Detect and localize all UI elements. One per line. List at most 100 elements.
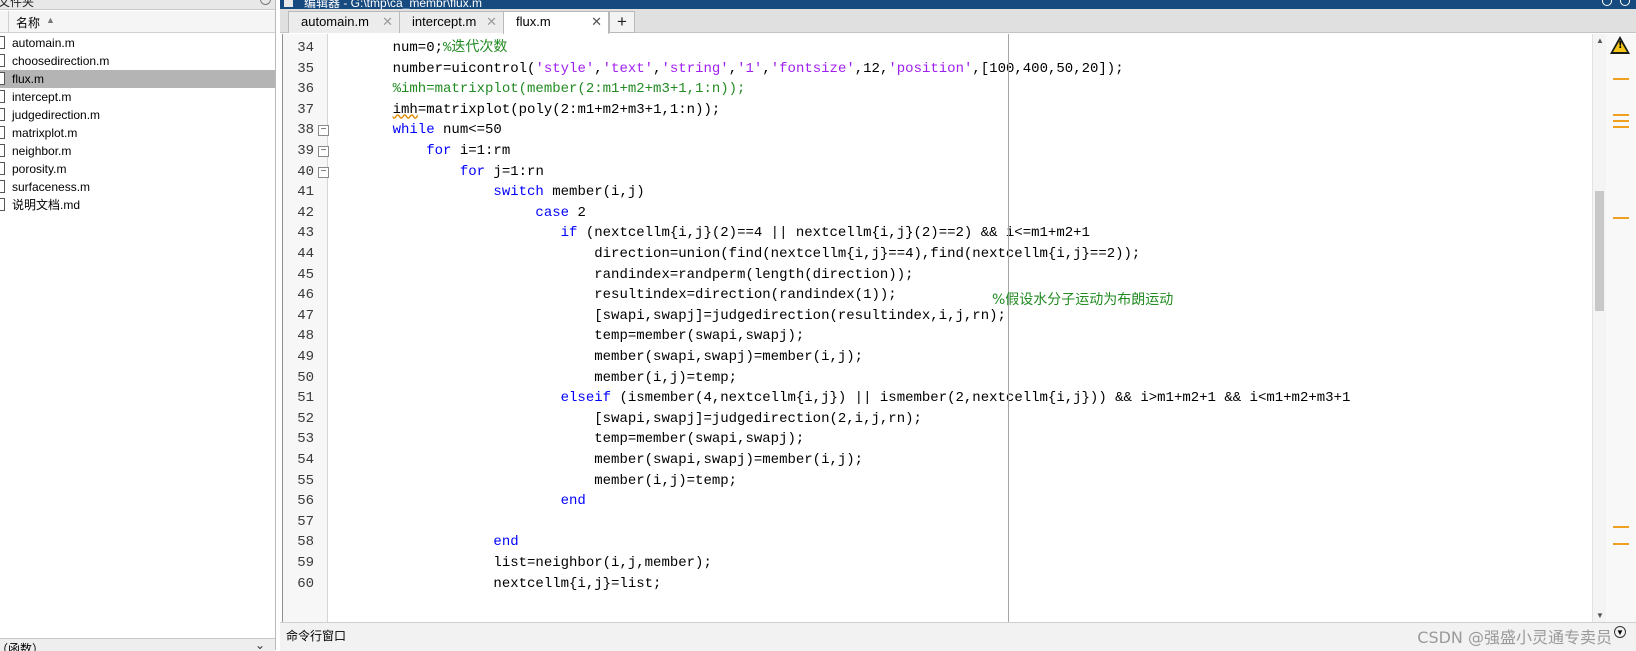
file-name: surfaceness.m bbox=[12, 180, 91, 194]
code-text: num=0;%迭代次数 bbox=[359, 38, 508, 59]
panel-options-icon[interactable] bbox=[260, 0, 271, 5]
keyword-token: switch bbox=[359, 184, 544, 201]
code-line: 43 if (nextcellm{i,j}(2)==4 || nextcellm… bbox=[283, 223, 1593, 244]
file-icon bbox=[0, 198, 5, 211]
file-item[interactable]: automain.m bbox=[0, 34, 275, 52]
fold-toggle-icon[interactable]: − bbox=[318, 125, 329, 137]
editor-tab-bar: automain.m ✕ intercept.m ✕ flux.m ✕ + bbox=[280, 9, 1636, 34]
collapse-icon[interactable]: ⌄ bbox=[255, 639, 265, 651]
code-token: resultindex=direction(randindex(1)); bbox=[359, 287, 897, 304]
code-token: , bbox=[594, 60, 603, 77]
code-token: ,[100,400,50,20]); bbox=[972, 60, 1124, 77]
code-line: 44 direction=union(find(nextcellm{i,j}==… bbox=[283, 244, 1593, 265]
code-line: 42 case 2 bbox=[283, 203, 1593, 224]
warning-marker[interactable] bbox=[1613, 543, 1629, 545]
code-text: while num<=50 bbox=[359, 120, 502, 141]
file-item[interactable]: judgedirection.m bbox=[0, 106, 275, 124]
code-line: 35 number=uicontrol('style','text','stri… bbox=[283, 59, 1593, 80]
file-item[interactable]: neighbor.m bbox=[0, 142, 275, 160]
code-line: 45 randindex=randperm(length(direction))… bbox=[283, 265, 1593, 286]
warning-marker[interactable] bbox=[1613, 526, 1629, 528]
code-text: member(i,j)=temp; bbox=[359, 471, 737, 492]
code-line: 36 %imh=matrixplot(member(2:m1+m2+m3+1,1… bbox=[283, 79, 1593, 100]
file-name: judgedirection.m bbox=[12, 108, 101, 122]
code-token: temp=member(swapi,swapj); bbox=[359, 328, 805, 345]
scroll-up-icon[interactable]: ▲ bbox=[1596, 36, 1604, 45]
file-item[interactable]: 说明文档.md bbox=[0, 196, 275, 214]
string-token: 'text' bbox=[602, 60, 654, 77]
keyword-token: case bbox=[359, 204, 570, 221]
line-number: 60 bbox=[297, 575, 314, 592]
file-name: porosity.m bbox=[12, 162, 67, 176]
file-name: neighbor.m bbox=[12, 144, 72, 158]
code-line: 37 imh=matrixplot(poly(2:m1+m2+m3+1,1:n)… bbox=[283, 100, 1593, 121]
scrollbar-thumb[interactable] bbox=[1595, 191, 1604, 311]
code-token: temp=member(swapi,swapj); bbox=[359, 431, 805, 448]
code-token: num=0; bbox=[359, 40, 444, 56]
tab-intercept[interactable]: intercept.m ✕ bbox=[399, 11, 504, 33]
line-number: 42 bbox=[297, 204, 314, 221]
line-number: 45 bbox=[297, 266, 314, 283]
code-token: ,12, bbox=[854, 60, 889, 77]
warning-marker[interactable] bbox=[1613, 120, 1629, 122]
code-text: switch member(i,j) bbox=[359, 182, 644, 203]
warning-marker[interactable] bbox=[1613, 217, 1629, 219]
file-item[interactable]: porosity.m bbox=[0, 160, 275, 178]
warning-marker[interactable] bbox=[1613, 114, 1629, 116]
new-tab-button[interactable]: + bbox=[609, 11, 635, 33]
tab-flux[interactable]: flux.m ✕ bbox=[503, 11, 609, 34]
expand-icon[interactable]: ▼ bbox=[1614, 626, 1626, 638]
file-item[interactable]: intercept.m bbox=[0, 88, 275, 106]
file-list-header[interactable]: 名称 ▲ bbox=[0, 11, 275, 33]
window-options-icon[interactable] bbox=[1620, 0, 1630, 6]
watermark: CSDN @强盛小灵通专卖员 bbox=[1417, 628, 1612, 647]
file-item[interactable]: matrixplot.m bbox=[0, 124, 275, 142]
undock-icon[interactable] bbox=[1602, 0, 1612, 6]
line-number: 48 bbox=[297, 328, 314, 345]
file-item[interactable]: choosedirection.m bbox=[0, 52, 275, 70]
close-tab-icon[interactable]: ✕ bbox=[591, 12, 602, 32]
close-tab-icon[interactable]: ✕ bbox=[382, 12, 393, 32]
code-text: member(swapi,swapj)=member(i,j); bbox=[359, 347, 863, 368]
keyword-token: elseif bbox=[359, 390, 612, 407]
tab-automain[interactable]: automain.m ✕ bbox=[288, 11, 400, 33]
code-token: member(swapi,swapj)=member(i,j); bbox=[359, 349, 864, 365]
code-text: direction=union(find(nextcellm{i,j}==4),… bbox=[359, 244, 1140, 265]
code-editor[interactable]: end 34 num=0;%迭代次数35 number=uicontrol('s… bbox=[282, 34, 1593, 622]
file-name: automain.m bbox=[12, 36, 75, 50]
line-number: 37 bbox=[297, 101, 314, 118]
fold-toggle-icon[interactable]: − bbox=[318, 166, 329, 178]
string-token: 'style' bbox=[535, 60, 595, 77]
warning-marker[interactable] bbox=[1613, 126, 1629, 128]
code-token: , bbox=[762, 60, 771, 77]
line-number: 39 bbox=[297, 143, 314, 159]
file-name: intercept.m bbox=[12, 90, 72, 104]
vertical-scrollbar[interactable]: ▲ ▼ bbox=[1592, 34, 1607, 622]
keyword-token: for bbox=[359, 143, 452, 159]
line-number: 51 bbox=[297, 390, 314, 407]
line-number: 38 bbox=[297, 122, 314, 139]
command-window-bar[interactable]: 命令行窗口 CSDN @强盛小灵通专卖员 ▼ bbox=[280, 622, 1636, 651]
file-item[interactable]: flux.m bbox=[0, 70, 275, 88]
code-text: member(i,j)=temp; bbox=[359, 368, 737, 389]
scroll-down-icon[interactable]: ▼ bbox=[1596, 611, 1604, 620]
file-name: 说明文档.md bbox=[12, 198, 81, 212]
line-number: 35 bbox=[297, 60, 314, 77]
code-line: 39− for i=1:rm bbox=[283, 141, 1593, 162]
code-line: 52 [swapi,swapj]=judgedirection(2,i,j,rn… bbox=[283, 409, 1593, 430]
code-line: 34 num=0;%迭代次数 bbox=[283, 38, 1593, 59]
code-line: 38− while num<=50 bbox=[283, 120, 1593, 141]
warning-marker[interactable] bbox=[1613, 78, 1629, 80]
code-token: nextcellm{i,j}=list; bbox=[359, 575, 662, 592]
string-token: 'fontsize' bbox=[770, 60, 855, 77]
file-item[interactable]: surfaceness.m bbox=[0, 178, 275, 196]
close-tab-icon[interactable]: ✕ bbox=[486, 12, 497, 32]
name-column-header[interactable]: 名称 bbox=[16, 14, 40, 31]
line-number: 54 bbox=[297, 452, 314, 468]
code-token: member(i,j)=temp; bbox=[359, 472, 738, 489]
code-text: for j=1:rn bbox=[359, 162, 544, 183]
details-panel-header: （函数） ⌄ bbox=[0, 638, 275, 651]
line-number: 50 bbox=[297, 369, 314, 386]
fold-toggle-icon[interactable]: − bbox=[318, 146, 329, 157]
code-line: 60 nextcellm{i,j}=list; bbox=[283, 574, 1593, 595]
